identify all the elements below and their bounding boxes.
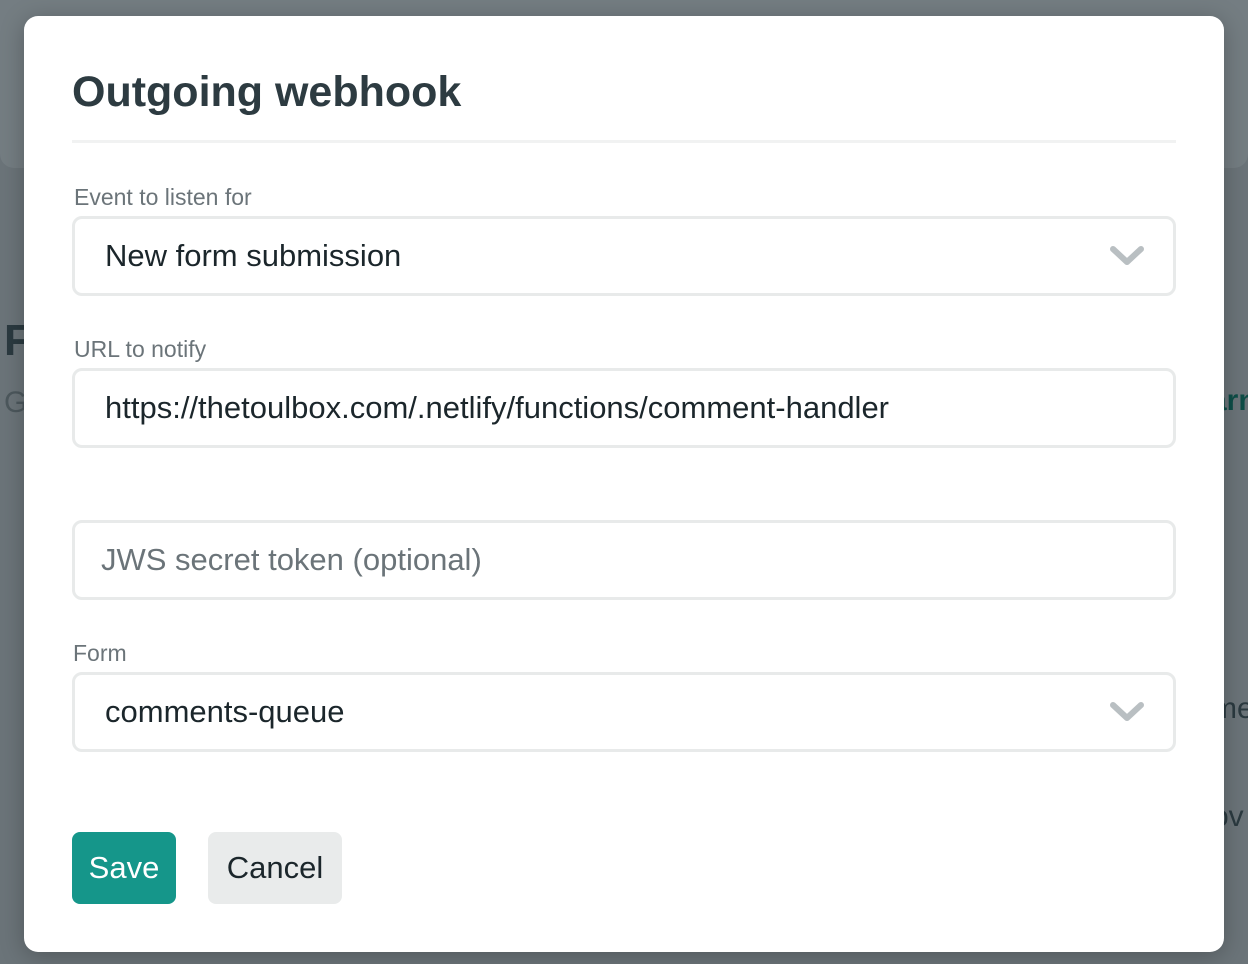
url-input[interactable]: https://thetoulbox.com/.netlify/function… xyxy=(72,368,1176,448)
cancel-button[interactable]: Cancel xyxy=(208,832,342,904)
outgoing-webhook-modal: Outgoing webhook Event to listen for New… xyxy=(24,16,1224,952)
event-select-value: New form submission xyxy=(105,238,402,273)
url-input-value: https://thetoulbox.com/.netlify/function… xyxy=(105,390,890,425)
save-button[interactable]: Save xyxy=(72,832,176,904)
form-label: Form xyxy=(73,640,127,666)
url-label: URL to notify xyxy=(74,336,207,362)
form-select-value: comments-queue xyxy=(105,694,345,729)
jws-token-input[interactable]: JWS secret token (optional) xyxy=(72,520,1176,600)
modal-title: Outgoing webhook xyxy=(72,68,462,116)
chevron-down-icon xyxy=(1110,702,1144,721)
event-label: Event to listen for xyxy=(74,184,252,210)
jws-token-placeholder: JWS secret token (optional) xyxy=(101,542,482,577)
form-select[interactable]: comments-queue xyxy=(72,672,1176,752)
event-select[interactable]: New form submission xyxy=(72,216,1176,296)
chevron-down-icon xyxy=(1110,246,1144,265)
divider xyxy=(72,140,1176,143)
